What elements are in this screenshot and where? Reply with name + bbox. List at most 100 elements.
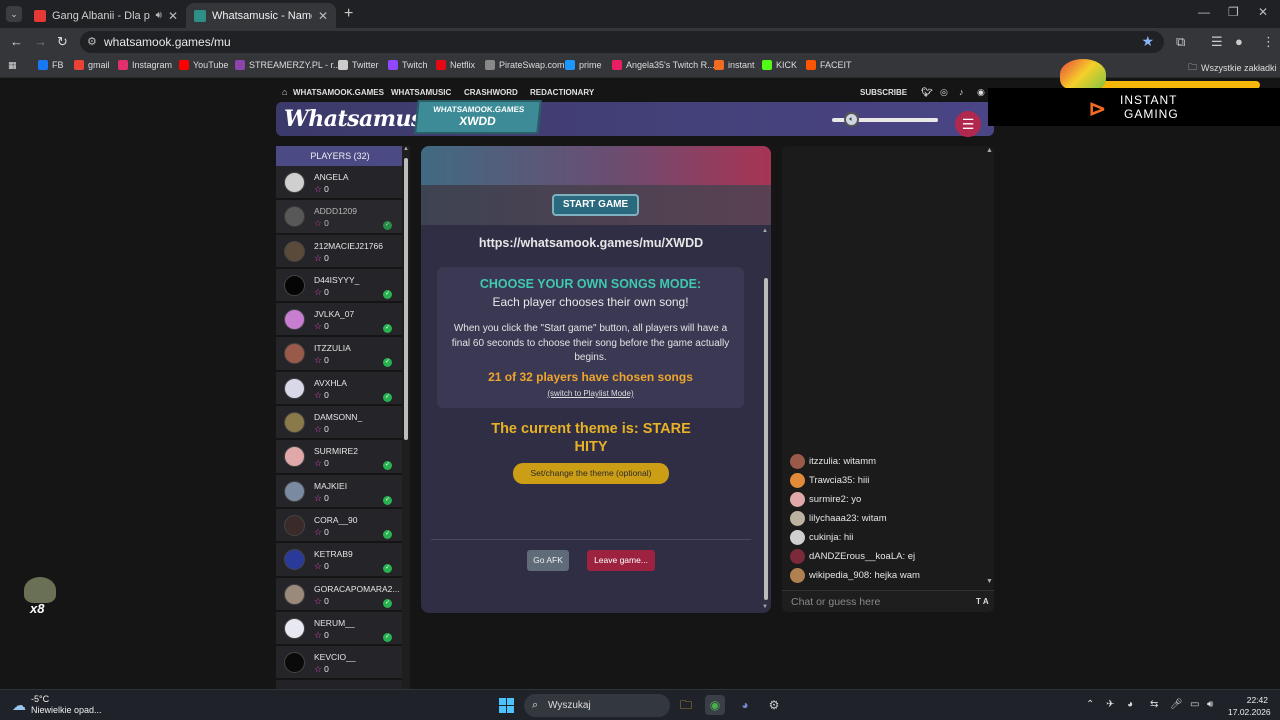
player-row[interactable]: ANGELA ☆ 0 (276, 166, 404, 201)
player-row[interactable]: 212MACIEJ21766 ☆ 0 (276, 234, 404, 269)
chat-panel: itzzulia: witamm Trawcia35: hiii surmire2:… (782, 146, 994, 591)
bookmark-prime[interactable]: prime (565, 60, 602, 70)
taskbar-search[interactable]: ⌕ Wyszukaj (524, 694, 670, 717)
minimize-icon[interactable]: — (1198, 5, 1210, 19)
scrollbar-thumb[interactable] (404, 158, 408, 440)
new-tab-icon[interactable]: + (344, 5, 353, 23)
bookmark-kick[interactable]: KICK (762, 60, 797, 70)
close-window-icon[interactable]: ✕ (1258, 5, 1268, 19)
tray-overflow-icon[interactable]: ⌃ (1086, 699, 1094, 710)
player-row[interactable]: ITZZULIA ☆ 0 ✓ (276, 337, 404, 372)
bookmark-streamerzy[interactable]: STREAMERZY.PL - r... (235, 60, 341, 70)
chat-input[interactable]: Chat or guess here T A (782, 590, 994, 612)
extensions-icon[interactable]: ⧉ (1176, 34, 1185, 50)
microphone-icon[interactable]: 🎤︎ (1170, 699, 1183, 710)
instagram-icon[interactable]: ◎ (940, 87, 948, 98)
tray-network-icon[interactable]: ⇆ (1150, 699, 1158, 710)
go-afk-button[interactable]: Go AFK (527, 550, 569, 571)
room-url[interactable]: https://whatsamook.games/mu/XWDD (421, 236, 761, 250)
restore-icon[interactable]: ❐ (1228, 5, 1239, 19)
bookmark-faceit[interactable]: FACEIT (806, 60, 852, 70)
player-row[interactable]: MAJKIEI ☆ 0 ✓ (276, 474, 404, 509)
url-text[interactable]: whatsamook.games/mu (104, 35, 231, 49)
more-menu-icon[interactable]: ⋮ (1262, 34, 1275, 50)
bookmark-star-icon[interactable]: ★ (1141, 33, 1154, 50)
discord-icon[interactable]: ◕ (735, 695, 755, 715)
player-row[interactable]: KETRAB9 ☆ 0 ✓ (276, 543, 404, 578)
bookmark-pirateswap[interactable]: PirateSwap.com (485, 60, 565, 70)
set-theme-button[interactable]: Set/change the theme (optional) (513, 463, 669, 484)
chrome-icon[interactable]: ◉ (705, 695, 725, 715)
bookmark-twitch[interactable]: Twitch (388, 60, 428, 70)
close-tab-icon[interactable]: ✕ (318, 9, 328, 23)
player-row[interactable]: AVXHLA ☆ 0 ✓ (276, 371, 404, 407)
player-row[interactable]: KEVCIO__ ☆ 0 (276, 646, 404, 681)
nav-redactionary[interactable]: REDACTIONARY (530, 88, 594, 97)
chat-text: lilychaaa23: witam (809, 513, 887, 524)
bookmark-netflix[interactable]: Netflix (436, 60, 475, 70)
tiktok-icon[interactable]: ♪ (959, 87, 964, 97)
browser-tab-whatsamusic[interactable]: Whatsamusic - Name That Tune ✕ (186, 3, 336, 28)
browser-tab-youtube[interactable]: Gang Albanii - Dla prawdziwych 🔊︎ ✕ (26, 3, 186, 28)
bookmark-angela-twitch[interactable]: Angela35's Twitch R... (612, 60, 715, 70)
player-row[interactable]: JVLKA_07 ☆ 0 ✓ (276, 303, 404, 338)
subscribe-link[interactable]: SUBSCRIBE (860, 88, 907, 97)
nav-crashword[interactable]: CRASHWORD (464, 88, 518, 97)
nav-whatsamook[interactable]: WHATSAMOOK.GAMES (293, 88, 384, 97)
game-scrollbar[interactable]: ▲ ▼ (761, 228, 770, 612)
bookmark-twitter[interactable]: Twitter (338, 60, 379, 70)
player-row[interactable]: ADDD1209 ☆ 0 ✓ (276, 200, 404, 235)
player-row[interactable]: NERUM__ ☆ 0 ✓ (276, 611, 404, 647)
player-row[interactable]: D44ISYYY_ ☆ 0 ✓ (276, 268, 404, 304)
players-scrollbar[interactable]: ▲ (402, 146, 410, 689)
bookmark-instagram[interactable]: Instagram (118, 60, 172, 70)
speaker-icon[interactable]: 🔊︎ (156, 10, 162, 21)
instant-gaming-ad[interactable]: ⊳ INSTANT GAMING (988, 88, 1280, 126)
tab-search-icon[interactable]: ⌄ (6, 6, 22, 22)
forward-icon[interactable]: → (34, 34, 47, 49)
system-clock[interactable]: 22:42 17.02.2026 (1228, 694, 1271, 718)
volume-knob-icon[interactable]: 🔈︎ (844, 112, 859, 127)
nav-whatsamusic[interactable]: WHATSAMUSIC (391, 88, 451, 97)
start-game-button[interactable]: START GAME (552, 194, 639, 216)
scroll-up-icon[interactable]: ▲ (986, 147, 993, 154)
afk-pet-widget[interactable]: x8 (22, 577, 58, 617)
scroll-up-icon[interactable]: ▲ (403, 146, 409, 152)
steam-icon[interactable]: ⚙︎ (764, 695, 784, 715)
back-icon[interactable]: ← (10, 34, 23, 49)
bookmark-youtube[interactable]: YouTube (179, 60, 228, 70)
chat-scrollbar[interactable]: ▲ ▼ (985, 146, 994, 586)
tray-app-icon[interactable]: ✈︎ (1106, 699, 1114, 710)
bookmark-gmail[interactable]: gmail (74, 60, 110, 70)
discord-icon[interactable]: ◉ (977, 87, 985, 98)
player-row[interactable]: SURMIRE2 ☆ 0 ✓ (276, 440, 404, 475)
address-bar[interactable]: ⚙︎ whatsamook.games/mu ★ (80, 31, 1164, 53)
switch-to-playlist-link[interactable]: (switch to Playlist Mode) (437, 389, 744, 398)
scroll-up-icon[interactable]: ▲ (762, 228, 768, 234)
player-row[interactable]: DAMSONN_ ☆ 0 (276, 406, 404, 441)
profile-avatar-icon[interactable]: ● (1235, 34, 1243, 49)
close-tab-icon[interactable]: ✕ (168, 9, 178, 23)
player-row[interactable]: GORACAPOMARA2... ☆ 0 ✓ (276, 577, 404, 612)
site-info-icon[interactable]: ⚙︎ (87, 35, 97, 48)
scroll-down-icon[interactable]: ▼ (986, 578, 993, 585)
display-icon[interactable]: ▭ (1190, 699, 1199, 710)
player-row[interactable]: CORA__90 ☆ 0 ✓ (276, 508, 404, 544)
bookmark-fb[interactable]: FB (38, 60, 64, 70)
home-icon[interactable]: ⌂ (282, 87, 287, 97)
scrollbar-thumb[interactable] (764, 278, 768, 600)
bookmark-instant[interactable]: instant (714, 60, 755, 70)
file-explorer-icon[interactable]: 🗀 (676, 695, 696, 715)
reload-icon[interactable]: ↻ (57, 34, 68, 50)
apps-grid-icon[interactable]: ▦ (8, 60, 17, 71)
leave-game-button[interactable]: Leave game... (587, 550, 655, 571)
tray-discord-icon[interactable]: ◕ (1127, 699, 1133, 710)
scroll-down-icon[interactable]: ▼ (762, 604, 768, 610)
volume-icon[interactable]: 🔊︎ (1207, 699, 1213, 710)
weather-widget[interactable]: ☁︎ -5°C Niewielkie opad... (12, 694, 102, 716)
hamburger-menu-icon[interactable]: ☰ (955, 111, 981, 137)
twitter-icon[interactable]: 🐦︎ (921, 87, 932, 98)
text-format-toggle[interactable]: T A (976, 597, 989, 606)
windows-start-icon[interactable] (499, 698, 514, 713)
reading-list-icon[interactable]: ☰ (1211, 34, 1223, 50)
